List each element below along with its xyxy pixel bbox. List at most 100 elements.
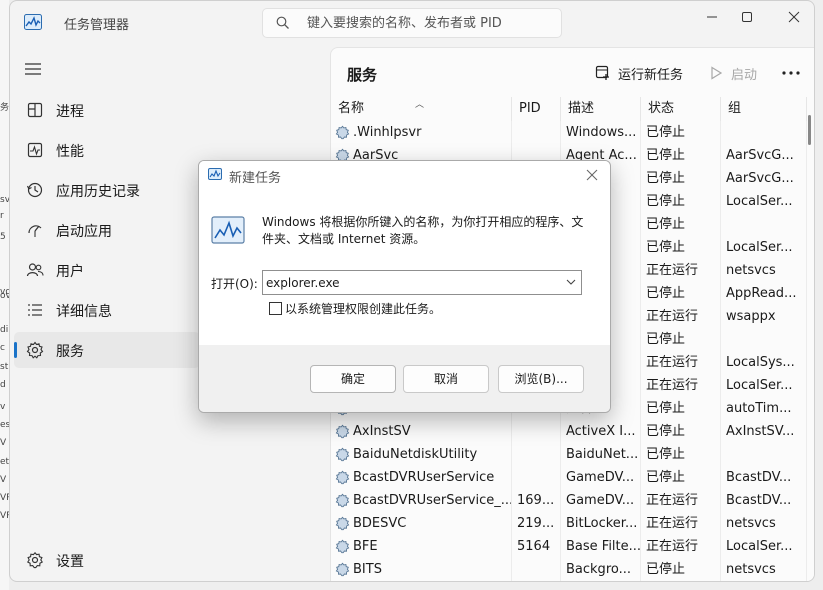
chevron-down-icon[interactable] [566, 278, 576, 286]
sidebar-item-app-history[interactable]: 应用历史记录 [14, 172, 200, 208]
sidebar-item-users[interactable]: 用户 [14, 252, 200, 288]
cell-name: BITS [331, 558, 512, 581]
admin-checkbox-label: 以系统管理权限创建此任务。 [285, 302, 442, 316]
cell-pid [512, 466, 561, 489]
cell-status: 已停止 [641, 443, 721, 466]
background-text: r [0, 211, 4, 221]
sidebar-item-processes[interactable]: 进程 [14, 92, 200, 128]
background-text: d [0, 380, 6, 390]
table-row[interactable]: BFE 5164 Base Filte... 正在运行 LocalSer... [331, 535, 807, 558]
cell-status: 正在运行 [641, 305, 721, 328]
sidebar-item-performance[interactable]: 性能 [14, 132, 200, 168]
table-row[interactable]: BcastDVRUserService GameDV... 已停止 BcastDV..… [331, 466, 807, 489]
cell-group: LocalSer... [721, 236, 807, 259]
column-header-pid[interactable]: PID [512, 97, 561, 121]
background-text: 务 [0, 103, 9, 113]
cell-group: AppRead... [721, 282, 807, 305]
sidebar-item-settings[interactable]: 设置 [14, 542, 200, 578]
sidebar-item-label: 性能 [56, 144, 84, 160]
column-header-description[interactable]: 描述 [561, 97, 641, 121]
background-text: es [0, 420, 9, 430]
table-row[interactable]: BcastDVRUserService_... 169... GameDV... 正在… [331, 489, 807, 512]
background-text: c [0, 343, 5, 353]
sidebar-item-label: 启动应用 [56, 224, 112, 240]
cell-pid: 5164 [512, 535, 561, 558]
column-header-label: 状态 [648, 101, 675, 116]
table-row[interactable]: .Winhlpsvr Windows... 已停止 [331, 121, 807, 144]
task-manager-icon [24, 14, 42, 30]
service-name: BcastDVRUserService [353, 470, 495, 485]
cell-status: 已停止 [641, 144, 721, 167]
cell-group: AarSvcG... [721, 144, 807, 167]
open-input[interactable] [266, 274, 556, 291]
service-name: BITS [353, 562, 382, 577]
sidebar-item-startup-apps[interactable]: 启动应用 [14, 212, 200, 248]
cell-status: 正在运行 [641, 259, 721, 282]
cell-name: BcastDVRUserService [331, 466, 512, 489]
background-text: VR [0, 493, 9, 503]
cell-status: 已停止 [641, 328, 721, 351]
start-label: 启动 [731, 67, 758, 83]
cell-pid [512, 420, 561, 443]
search-box[interactable] [262, 8, 562, 38]
services-icon [26, 341, 44, 359]
column-header-label: 组 [728, 101, 742, 116]
background-text: ov [0, 291, 9, 301]
cell-group: BcastDV... [721, 466, 807, 489]
dialog-footer: 确定 取消 浏览(B)... [199, 345, 610, 412]
cell-name: AxInstSV [331, 420, 512, 443]
table-row[interactable]: BDESVC 219... BitLocker... 正在运行 netsvcs [331, 512, 807, 535]
background-text: V [0, 438, 7, 448]
column-header-label: PID [519, 101, 541, 116]
cell-group [721, 121, 807, 144]
scrollbar[interactable] [808, 115, 811, 145]
hamburger-menu-icon[interactable] [24, 61, 42, 77]
table-row[interactable]: BaiduNetdiskUtility BaiduNet... 已停止 [331, 443, 807, 466]
cancel-button[interactable]: 取消 [403, 365, 489, 393]
sidebar-item-details[interactable]: 详细信息 [14, 292, 200, 328]
cell-group [721, 328, 807, 351]
background-text: v [0, 402, 6, 412]
startup-icon [28, 225, 42, 237]
cell-status: 已停止 [641, 190, 721, 213]
cell-desc: GameDV... [561, 489, 641, 512]
dialog-title-bar: 新建任务 [199, 161, 610, 189]
column-header-name[interactable]: ︿ 名称 [331, 97, 512, 121]
table-row[interactable]: BITS Backgro... 已停止 netsvcs [331, 558, 807, 581]
sidebar-settings-label: 设置 [56, 554, 84, 570]
maximize-button[interactable] [725, 1, 769, 33]
more-options-icon[interactable] [779, 62, 803, 84]
cell-desc: BaiduNet... [561, 443, 641, 466]
cell-desc: BitLocker... [561, 512, 641, 535]
search-icon [276, 16, 289, 29]
browse-button[interactable]: 浏览(B)... [498, 365, 584, 393]
sidebar-item-services[interactable]: 服务 [14, 332, 200, 368]
service-name: BDESVC [353, 516, 407, 531]
cell-status: 已停止 [641, 558, 721, 581]
column-header-label: 描述 [568, 101, 595, 116]
close-button[interactable] [772, 1, 814, 33]
ok-button[interactable]: 确定 [310, 365, 396, 393]
dialog-close-icon[interactable] [585, 168, 599, 182]
cell-status: 已停止 [641, 397, 721, 420]
search-input[interactable] [307, 13, 557, 33]
service-name: BFE [353, 539, 378, 554]
table-row[interactable]: AxInstSV ActiveX I... 已停止 AxInstSV... [331, 420, 807, 443]
service-gear-icon [335, 447, 350, 462]
column-header-group[interactable]: 组 [721, 97, 807, 121]
cell-status: 已停止 [641, 236, 721, 259]
admin-checkbox-row[interactable]: 以系统管理权限创建此任务。 [269, 300, 441, 317]
users-icon [26, 263, 44, 277]
service-name: BaiduNetdiskUtility [353, 447, 478, 462]
open-combobox[interactable] [262, 270, 582, 295]
column-header-status[interactable]: 状态 [641, 97, 721, 121]
run-new-task-button[interactable]: 运行新任务 [595, 62, 683, 84]
admin-checkbox[interactable] [269, 302, 282, 315]
history-icon [26, 182, 43, 198]
sidebar-item-label: 进程 [56, 104, 84, 120]
processes-icon [27, 102, 43, 118]
title-bar: 任务管理器 [10, 1, 814, 45]
start-button[interactable]: 启动 [708, 62, 757, 84]
cell-desc: Backgro... [561, 558, 641, 581]
service-gear-icon [335, 470, 350, 485]
